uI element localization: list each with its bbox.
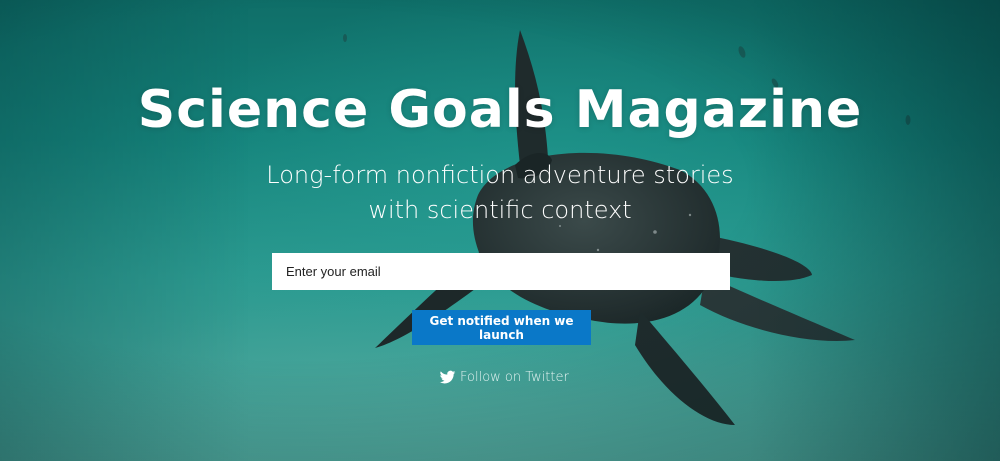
tagline: Long-form nonfiction adventure stories w… — [0, 158, 1000, 228]
page-title: Science Goals Magazine — [137, 80, 863, 140]
tagline-line-1: Long-form nonfiction adventure stories — [266, 161, 734, 189]
hero-section: Science Goals Magazine Long-form nonfict… — [0, 0, 1000, 461]
follow-twitter-link[interactable]: Follow on Twitter — [439, 367, 569, 387]
background-vignette — [0, 0, 1000, 461]
twitter-bird-icon — [439, 370, 456, 383]
twitter-link-label: Follow on Twitter — [460, 369, 569, 385]
email-field[interactable] — [272, 253, 730, 290]
tagline-line-2: with scientific context — [368, 196, 632, 224]
notify-button[interactable]: Get notified when we launch — [412, 310, 591, 345]
